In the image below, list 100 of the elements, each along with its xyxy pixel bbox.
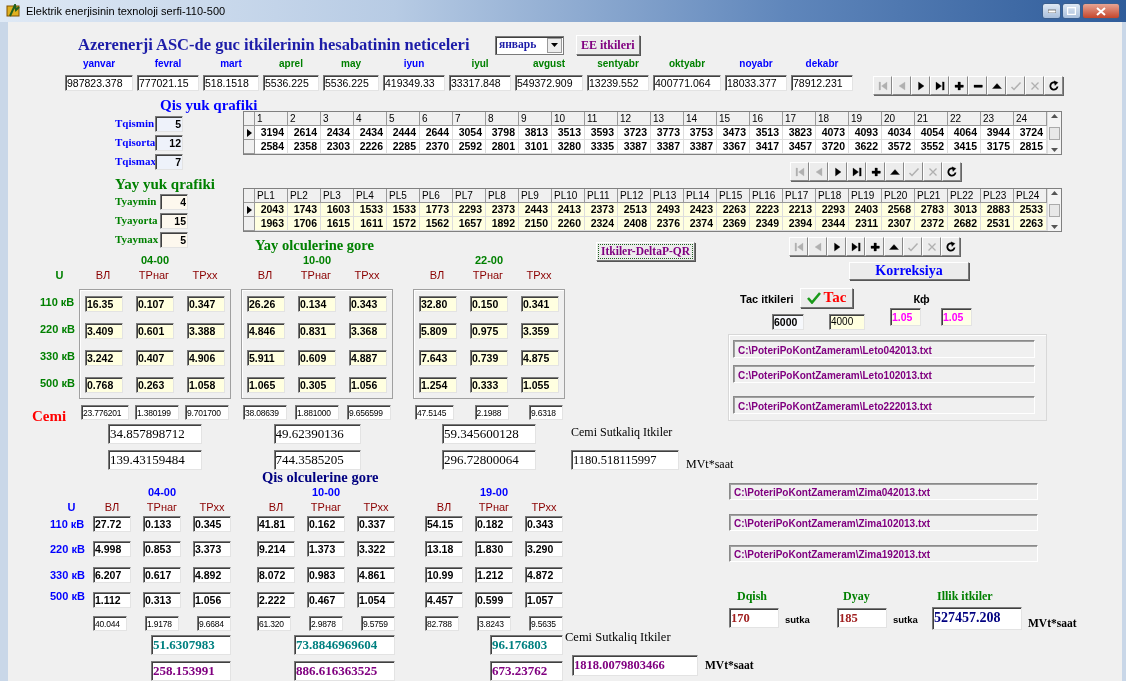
text-field[interactable]: 1.057 (525, 592, 563, 609)
text-field[interactable]: 1.054 (357, 592, 395, 609)
text-field[interactable]: 1.065 (247, 376, 285, 393)
text-field[interactable]: 9.5759 (361, 616, 395, 631)
text-field[interactable]: 527457.208 (932, 606, 1022, 630)
text-field[interactable]: 15 (160, 212, 188, 229)
navigator-button[interactable] (827, 237, 846, 256)
text-field[interactable]: 0.467 (307, 592, 345, 609)
navigator-button[interactable] (884, 237, 903, 256)
text-field[interactable]: 258.153991 (151, 661, 231, 681)
text-field[interactable]: 10.99 (425, 566, 463, 583)
text-field[interactable]: 51.6307983 (151, 635, 231, 655)
text-field[interactable]: 3.290 (525, 541, 563, 558)
file-path-field[interactable]: C:\PoteriPoKontZameram\Leto222013.txt (733, 395, 1035, 414)
navigator-button[interactable] (1044, 76, 1063, 95)
text-field[interactable]: 0.182 (475, 515, 513, 532)
maximize-button[interactable] (1062, 3, 1081, 19)
text-field[interactable]: 673.23762 (490, 661, 563, 681)
vertical-scrollbar[interactable] (1047, 112, 1061, 154)
scroll-down-icon[interactable] (1051, 225, 1058, 229)
text-field[interactable]: 4.846 (247, 322, 285, 339)
text-field[interactable]: 9.656599 (347, 405, 391, 420)
text-field[interactable]: 0.975 (470, 322, 508, 339)
text-field[interactable]: 0.263 (136, 376, 174, 393)
text-field[interactable]: 73.8846969604 (294, 635, 395, 655)
close-button[interactable] (1082, 3, 1120, 19)
text-field[interactable]: 1.212 (475, 566, 513, 583)
report-button[interactable]: Itkiler-DeltaP-QR (596, 242, 695, 261)
text-field[interactable]: 0.313 (143, 592, 181, 609)
text-field[interactable]: 0.768 (85, 376, 123, 393)
text-field[interactable]: 4.875 (521, 349, 559, 366)
text-field[interactable]: 0.134 (298, 295, 336, 312)
text-field[interactable]: 1.056 (193, 592, 231, 609)
text-field[interactable]: 5536.225 (263, 75, 319, 91)
text-field[interactable]: 9.214 (257, 541, 295, 558)
text-field[interactable]: 0.617 (143, 566, 181, 583)
text-field[interactable]: 82.788 (425, 616, 459, 631)
text-field[interactable]: 7.643 (419, 349, 457, 366)
navigator-button[interactable] (885, 162, 904, 181)
text-field[interactable]: 3.388 (187, 322, 225, 339)
text-field[interactable]: 0.347 (187, 295, 225, 312)
text-field[interactable]: 0.107 (136, 295, 174, 312)
text-field[interactable]: 0.739 (470, 349, 508, 366)
text-field[interactable]: 9.6684 (197, 616, 231, 631)
scroll-up-icon[interactable] (1051, 191, 1058, 195)
text-field[interactable]: 59.345600128 (442, 424, 536, 444)
navigator-button[interactable] (911, 76, 930, 95)
vertical-scrollbar[interactable] (1047, 189, 1061, 231)
text-field[interactable]: 0.343 (349, 295, 387, 312)
text-field[interactable]: 3.322 (357, 541, 395, 558)
text-field[interactable]: 47.5145 (415, 405, 454, 420)
text-field[interactable]: 1.055 (521, 376, 559, 393)
text-field[interactable]: 139.43159484 (108, 450, 202, 470)
text-field[interactable]: 170 (729, 608, 779, 629)
navigator-button[interactable] (987, 76, 1006, 95)
scroll-up-icon[interactable] (1051, 114, 1058, 118)
text-field[interactable]: 5536.225 (323, 75, 379, 91)
navigator-button[interactable] (942, 162, 961, 181)
text-field[interactable]: 33317.848 (449, 75, 511, 91)
text-field[interactable]: 96.176803 (490, 635, 563, 655)
text-field[interactable]: 886.616363525 (294, 661, 395, 681)
text-field[interactable]: 27.72 (93, 515, 131, 532)
text-field[interactable]: 3.8243 (477, 616, 511, 631)
file-path-field[interactable]: C:\PoteriPoKontZameram\Leto042013.txt (733, 339, 1035, 358)
text-field[interactable]: 41.81 (257, 515, 295, 532)
text-field[interactable]: 9.5635 (529, 616, 563, 631)
file-path-field[interactable]: C:\PoteriPoKontZameram\Zima042013.txt (729, 483, 1038, 500)
text-field[interactable]: 744.3585205 (273, 450, 361, 470)
text-field[interactable]: 0.601 (136, 322, 174, 339)
text-field[interactable]: 296.72800064 (442, 450, 536, 470)
text-field[interactable]: 18033.377 (725, 75, 787, 91)
text-field[interactable]: 4.887 (349, 349, 387, 366)
text-field[interactable]: 4.457 (425, 592, 463, 609)
text-field[interactable]: 0.853 (143, 541, 181, 558)
text-field[interactable]: 26.26 (247, 295, 285, 312)
text-field[interactable]: 0.333 (470, 376, 508, 393)
text-field[interactable]: 54.15 (425, 515, 463, 532)
minimize-button[interactable] (1042, 3, 1061, 19)
month-dropdown[interactable]: январь (495, 35, 564, 55)
text-field[interactable]: 6.207 (93, 566, 131, 583)
text-field[interactable]: 34.857898712 (108, 424, 202, 444)
row-indicator[interactable] (244, 126, 255, 140)
navigator-button[interactable] (847, 162, 866, 181)
text-field[interactable]: 0.337 (357, 515, 395, 532)
text-field[interactable]: 1.112 (93, 592, 131, 609)
text-field[interactable]: 1.830 (475, 541, 513, 558)
text-field[interactable]: 78912.231 (791, 75, 853, 91)
text-field[interactable]: 5.911 (247, 349, 285, 366)
text-field[interactable]: 1.380199 (135, 405, 179, 420)
text-field[interactable]: 2.9878 (309, 616, 343, 631)
text-field[interactable]: 777021.15 (137, 75, 199, 91)
text-field[interactable]: 40.044 (93, 616, 127, 631)
text-field[interactable]: 4.998 (93, 541, 131, 558)
file-path-field[interactable]: C:\PoteriPoKontZameram\Leto102013.txt (733, 364, 1035, 383)
text-field[interactable]: 4.892 (193, 566, 231, 583)
navigator-button[interactable] (866, 162, 885, 181)
text-field[interactable]: 9.6318 (529, 405, 563, 420)
file-path-field[interactable]: C:\PoteriPoKontZameram\Zima192013.txt (729, 545, 1038, 562)
text-field[interactable]: 8.072 (257, 566, 295, 583)
text-field[interactable]: 1.373 (307, 541, 345, 558)
